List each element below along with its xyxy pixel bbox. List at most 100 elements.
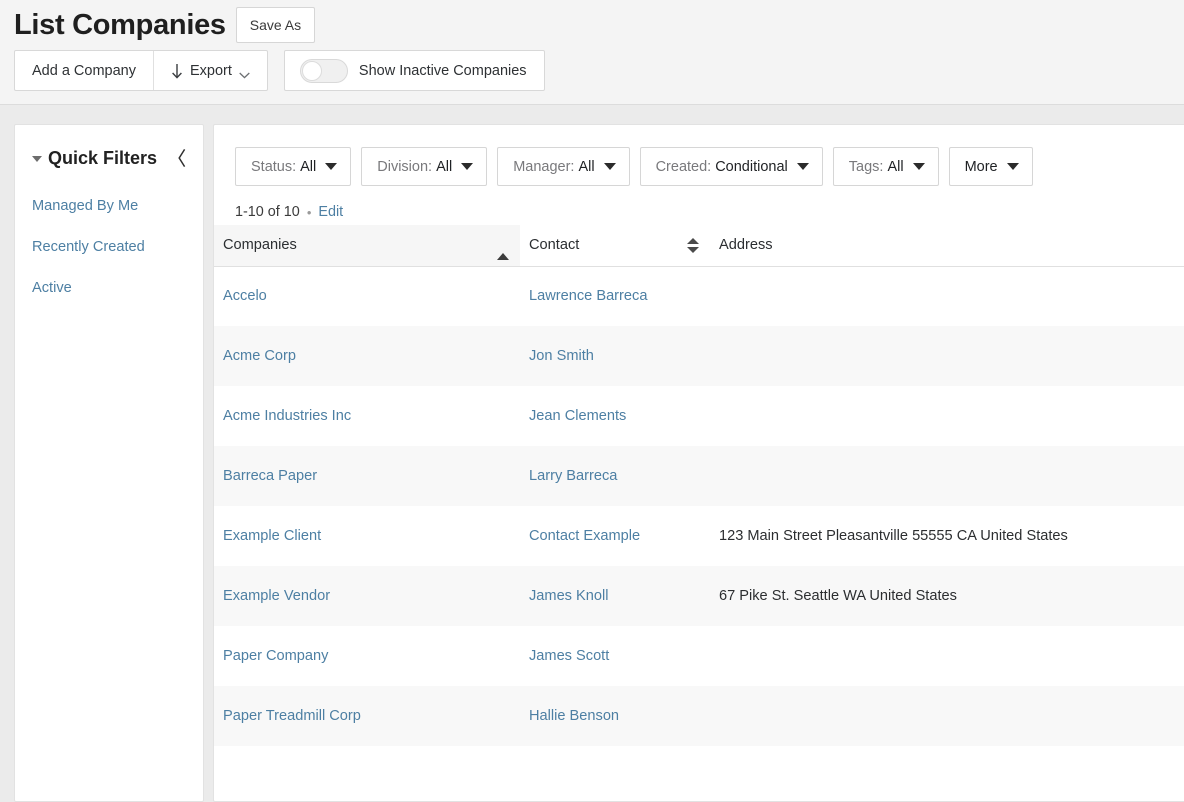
table-row[interactable]: Accelo Lawrence Barreca bbox=[214, 266, 1184, 326]
cell-company: Accelo bbox=[214, 266, 520, 326]
quick-filters-list: Managed By Me Recently Created Active bbox=[15, 186, 203, 309]
filter-created-value: Conditional bbox=[715, 159, 788, 175]
sort-updown-icon bbox=[687, 238, 699, 253]
filter-status-value: All bbox=[300, 159, 316, 175]
column-header-contact[interactable]: Contact bbox=[520, 225, 710, 266]
cell-address bbox=[710, 686, 1184, 746]
chevron-down-icon bbox=[604, 163, 616, 170]
filter-more[interactable]: More bbox=[949, 147, 1033, 186]
cell-company: Example Vendor bbox=[214, 566, 520, 626]
company-link[interactable]: Example Vendor bbox=[223, 588, 330, 604]
contact-link[interactable]: Larry Barreca bbox=[529, 468, 617, 484]
filter-division-label: Division: bbox=[377, 159, 432, 175]
contact-link[interactable]: Jon Smith bbox=[529, 348, 594, 364]
chevron-down-icon bbox=[325, 163, 337, 170]
cell-contact: James Knoll bbox=[520, 566, 710, 626]
toggle-switch[interactable] bbox=[300, 59, 348, 83]
companies-table: Companies Contact bbox=[214, 225, 1184, 746]
table-row[interactable]: Paper Treadmill Corp Hallie Benson bbox=[214, 686, 1184, 746]
table-row[interactable]: Example Vendor James Knoll 67 Pike St. S… bbox=[214, 566, 1184, 626]
quick-filters-sidebar: Quick Filters Managed By Me Recently Cre… bbox=[14, 124, 204, 802]
filter-division-value: All bbox=[436, 159, 452, 175]
sidebar-item-active[interactable]: Active bbox=[15, 268, 203, 309]
column-header-address[interactable]: Address bbox=[710, 225, 1184, 266]
filter-status-label: Status: bbox=[251, 159, 296, 175]
chevron-down-icon bbox=[797, 163, 809, 170]
company-link[interactable]: Paper Treadmill Corp bbox=[223, 708, 361, 724]
quick-filters-header[interactable]: Quick Filters bbox=[15, 143, 203, 173]
action-toolbar: Add a Company Export Show Inactive Compa… bbox=[0, 50, 1184, 91]
cell-address: 123 Main Street Pleasantville 55555 CA U… bbox=[710, 506, 1184, 566]
toggle-knob bbox=[302, 61, 322, 81]
edit-columns-link[interactable]: Edit bbox=[318, 204, 343, 220]
company-link[interactable]: Paper Company bbox=[223, 648, 328, 664]
contact-link[interactable]: Contact Example bbox=[529, 528, 640, 544]
add-a-company-label: Add a Company bbox=[32, 63, 136, 79]
chevron-down-icon bbox=[1007, 163, 1019, 170]
table-row[interactable]: Acme Corp Jon Smith bbox=[214, 326, 1184, 386]
arrow-down-icon bbox=[171, 63, 183, 80]
cell-contact: Lawrence Barreca bbox=[520, 266, 710, 326]
column-header-companies-label: Companies bbox=[223, 237, 297, 253]
chevron-left-icon[interactable] bbox=[175, 147, 189, 169]
company-link[interactable]: Accelo bbox=[223, 288, 267, 304]
filter-tags[interactable]: Tags: All bbox=[833, 147, 939, 186]
cell-company: Barreca Paper bbox=[214, 446, 520, 506]
table-row[interactable]: Example Client Contact Example 123 Main … bbox=[214, 506, 1184, 566]
column-header-companies[interactable]: Companies bbox=[214, 225, 520, 266]
table-header-row: Companies Contact bbox=[214, 225, 1184, 266]
filter-bar: Status: All Division: All Manager: All C… bbox=[214, 125, 1184, 186]
filter-status[interactable]: Status: All bbox=[235, 147, 351, 186]
result-count-row: 1-10 of 10 • Edit bbox=[214, 186, 1184, 220]
contact-link[interactable]: Lawrence Barreca bbox=[529, 288, 647, 304]
quick-filters-title: Quick Filters bbox=[48, 148, 157, 169]
filter-division[interactable]: Division: All bbox=[361, 147, 487, 186]
filter-manager[interactable]: Manager: All bbox=[497, 147, 629, 186]
title-row: List Companies Save As bbox=[0, 0, 1184, 46]
show-inactive-companies-toggle[interactable]: Show Inactive Companies bbox=[285, 51, 544, 90]
cell-contact: Jean Clements bbox=[520, 386, 710, 446]
company-link[interactable]: Barreca Paper bbox=[223, 468, 317, 484]
filter-tags-label: Tags: bbox=[849, 159, 884, 175]
cell-address bbox=[710, 626, 1184, 686]
table-header: Companies Contact bbox=[214, 225, 1184, 266]
filter-tags-value: All bbox=[887, 159, 903, 175]
page-header: List Companies Save As Add a Company Exp… bbox=[0, 0, 1184, 105]
column-header-address-label: Address bbox=[719, 237, 773, 253]
company-link[interactable]: Acme Corp bbox=[223, 348, 296, 364]
body-area: Quick Filters Managed By Me Recently Cre… bbox=[0, 105, 1184, 802]
triangle-up-icon bbox=[497, 237, 509, 253]
company-link[interactable]: Acme Industries Inc bbox=[223, 408, 351, 424]
filter-manager-label: Manager: bbox=[513, 159, 574, 175]
cell-address bbox=[710, 446, 1184, 506]
company-link[interactable]: Example Client bbox=[223, 528, 321, 544]
add-a-company-button[interactable]: Add a Company bbox=[15, 51, 153, 90]
triangle-down-icon bbox=[32, 156, 42, 162]
sidebar-item-managed-by-me[interactable]: Managed By Me bbox=[15, 186, 203, 227]
chevron-down-icon bbox=[239, 67, 250, 74]
save-as-button[interactable]: Save As bbox=[236, 7, 315, 43]
export-button[interactable]: Export bbox=[153, 51, 267, 90]
cell-address bbox=[710, 266, 1184, 326]
cell-contact: Jon Smith bbox=[520, 326, 710, 386]
contact-link[interactable]: Hallie Benson bbox=[529, 708, 619, 724]
contact-link[interactable]: Jean Clements bbox=[529, 408, 626, 424]
inactive-toggle-group: Show Inactive Companies bbox=[284, 50, 545, 91]
filter-created[interactable]: Created: Conditional bbox=[640, 147, 823, 186]
cell-contact: Larry Barreca bbox=[520, 446, 710, 506]
cell-company: Paper Company bbox=[214, 626, 520, 686]
table-row[interactable]: Acme Industries Inc Jean Clements bbox=[214, 386, 1184, 446]
sidebar-item-recently-created[interactable]: Recently Created bbox=[15, 227, 203, 268]
filter-more-label: More bbox=[965, 159, 998, 175]
cell-address: 67 Pike St. Seattle WA United States bbox=[710, 566, 1184, 626]
cell-company: Acme Corp bbox=[214, 326, 520, 386]
table-row[interactable]: Barreca Paper Larry Barreca bbox=[214, 446, 1184, 506]
separator-dot: • bbox=[307, 205, 312, 220]
export-label: Export bbox=[190, 63, 232, 79]
main-content-panel: Status: All Division: All Manager: All C… bbox=[213, 124, 1184, 802]
contact-link[interactable]: James Scott bbox=[529, 648, 609, 664]
cell-company: Acme Industries Inc bbox=[214, 386, 520, 446]
show-inactive-companies-label: Show Inactive Companies bbox=[359, 63, 527, 79]
contact-link[interactable]: James Knoll bbox=[529, 588, 609, 604]
table-row[interactable]: Paper Company James Scott bbox=[214, 626, 1184, 686]
